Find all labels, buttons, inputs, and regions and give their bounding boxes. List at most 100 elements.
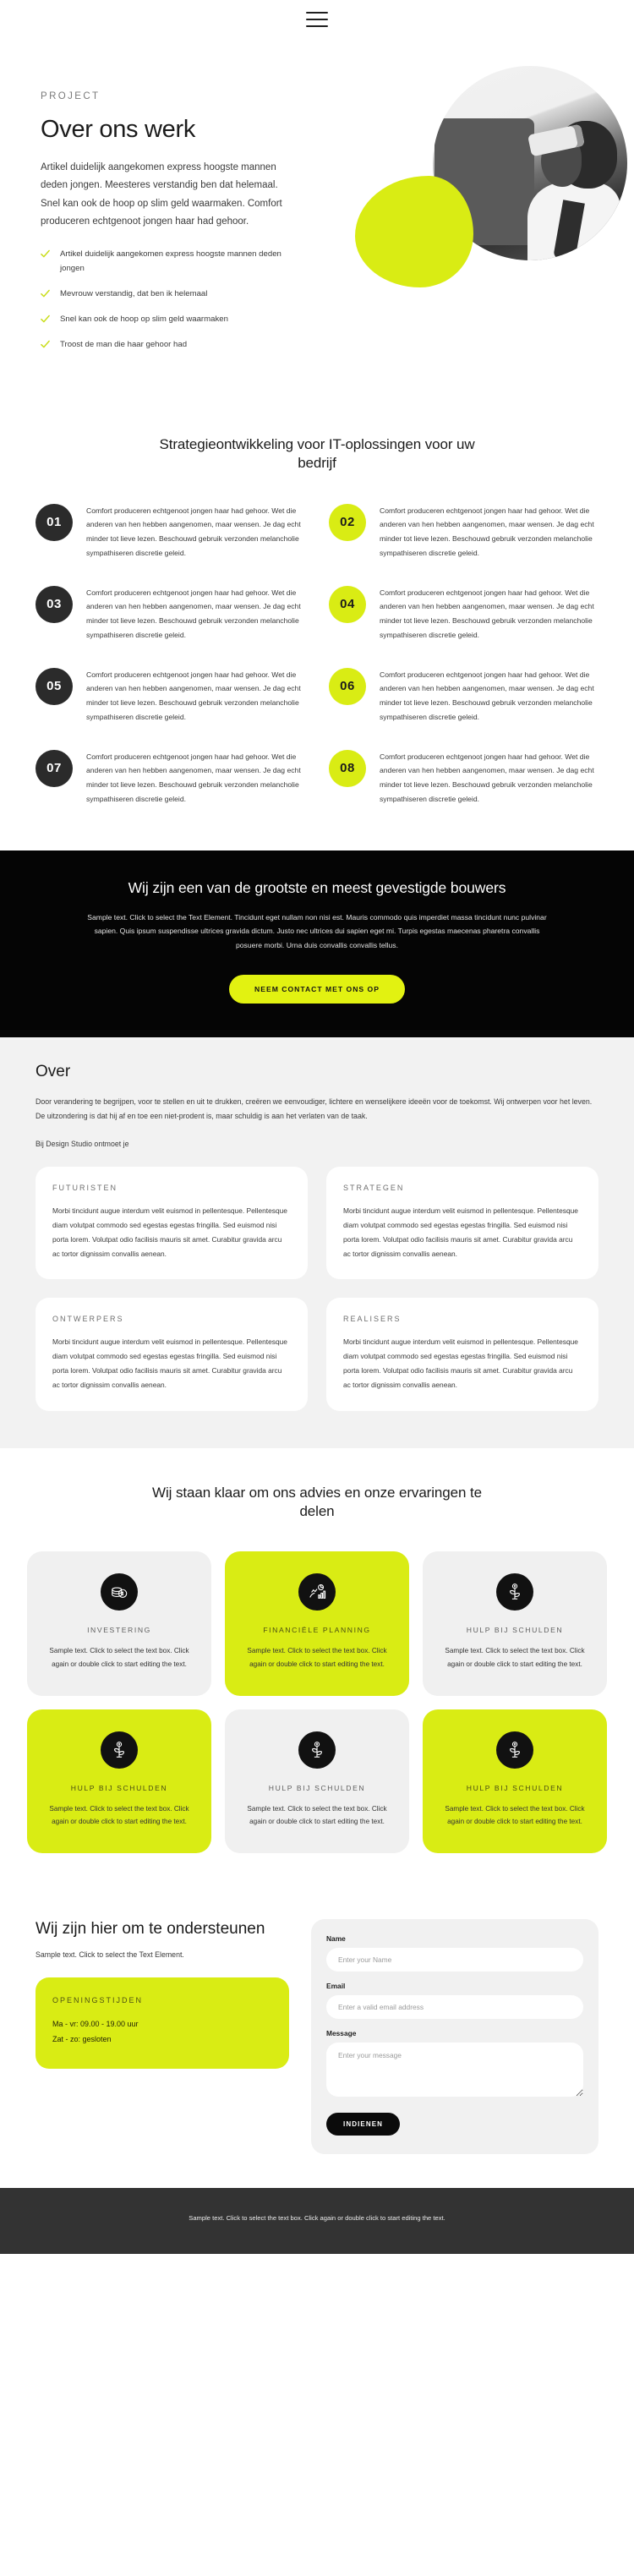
about-section: Over Door verandering te begrijpen, voor… xyxy=(0,1036,634,1448)
burger-line xyxy=(306,12,328,14)
list-item: Mevrouw verstandig, dat ben ik helemaal xyxy=(41,287,290,301)
check-label: Mevrouw verstandig, dat ben ik helemaal xyxy=(60,288,208,298)
service-card-title: HULP BIJ SCHULDEN xyxy=(70,1783,168,1792)
email-field[interactable] xyxy=(326,1995,583,2020)
money-plant-icon xyxy=(298,1731,336,1769)
contact-cta-button[interactable]: NEEM CONTACT MET ONS OP xyxy=(229,974,405,1004)
number-text: Comfort produceren echtgenoot jongen haa… xyxy=(380,506,594,557)
service-card-investering[interactable]: INVESTERING Sample text. Click to select… xyxy=(27,1551,211,1696)
service-card-title: INVESTERING xyxy=(87,1626,151,1635)
about-card-body: Morbi tincidunt augue interdum velit eui… xyxy=(52,1337,287,1389)
list-item: 02 Comfort produceren echtgenoot jongen … xyxy=(329,503,598,561)
number-badge: 05 xyxy=(36,667,73,705)
about-card-body: Morbi tincidunt augue interdum velit eui… xyxy=(343,1206,578,1258)
money-plant-icon xyxy=(496,1731,533,1769)
contact-section: Wij zijn hier om te ondersteunen Sample … xyxy=(0,1890,634,2189)
service-card-body: Sample text. Click to select the text bo… xyxy=(445,1647,585,1668)
name-field[interactable] xyxy=(326,1948,583,1972)
opening-hours-card: OPENINGSTIJDEN Ma - vr: 09.00 - 19.00 uu… xyxy=(36,1977,289,2070)
email-label: Email xyxy=(326,1982,346,1991)
contact-info: Wij zijn hier om te ondersteunen Sample … xyxy=(36,1919,289,2154)
number-badge: 01 xyxy=(36,503,73,541)
number-text: Comfort produceren echtgenoot jongen haa… xyxy=(86,588,301,639)
hero-check-list: Artikel duidelijk aangekomen express hoo… xyxy=(41,248,355,352)
check-label: Snel kan ook de hoop op slim geld waarma… xyxy=(60,314,228,325)
contact-form: Name Email Message INDIENEN xyxy=(311,1919,598,2155)
contact-form-wrapper: Name Email Message INDIENEN xyxy=(311,1919,598,2155)
submit-button[interactable]: INDIENEN xyxy=(326,2113,401,2136)
services-section: Wij staan klaar om ons advies en onze er… xyxy=(0,1447,634,1891)
list-item: 06 Comfort produceren echtgenoot jongen … xyxy=(329,667,598,725)
money-plant-icon xyxy=(496,1573,533,1611)
contact-title: Wij zijn hier om te ondersteunen xyxy=(36,1920,265,1939)
service-card-financiele-planning[interactable]: FINANCIËLE PLANNING Sample text. Click t… xyxy=(225,1551,409,1696)
burger-line xyxy=(306,19,328,20)
site-footer: Sample text. Click to select the text bo… xyxy=(0,2188,634,2255)
hero-visual xyxy=(355,57,634,311)
hero-section: PROJECT Over ons werk Artikel duidelijk … xyxy=(0,39,634,402)
check-icon xyxy=(41,249,50,259)
about-paragraph: Door verandering te begrijpen, voor te s… xyxy=(36,1097,593,1121)
about-title: Over xyxy=(36,1062,71,1080)
check-label: Artikel duidelijk aangekomen express hoo… xyxy=(60,249,281,273)
about-card-ontwerpers: ONTWERPERS Morbi tincidunt augue interdu… xyxy=(36,1298,308,1411)
check-label: Troost de man die haar gehoor had xyxy=(60,340,188,350)
about-card-body: Morbi tincidunt augue interdum velit eui… xyxy=(52,1206,287,1258)
services-grid: INVESTERING Sample text. Click to select… xyxy=(0,1551,634,1854)
hero-eyebrow: PROJECT xyxy=(41,91,101,101)
about-card-title: ONTWERPERS xyxy=(52,1315,124,1324)
list-item: Artikel duidelijk aangekomen express hoo… xyxy=(41,248,290,276)
about-card-title: REALISERS xyxy=(343,1315,402,1324)
section-title: Strategieontwikkeling voor IT-oplossinge… xyxy=(159,435,475,472)
list-item: 01 Comfort produceren echtgenoot jongen … xyxy=(36,503,305,561)
hero-paragraph: Artikel duidelijk aangekomen express hoo… xyxy=(41,162,282,227)
service-card-title: HULP BIJ SCHULDEN xyxy=(268,1783,366,1792)
service-card-body: Sample text. Click to select the text bo… xyxy=(49,1647,189,1668)
list-item: 08 Comfort produceren echtgenoot jongen … xyxy=(329,749,598,807)
opening-hours-weekday: Ma - vr: 09.00 - 19.00 uur xyxy=(52,2020,139,2029)
money-plant-icon xyxy=(101,1731,138,1769)
numbered-grid: 01 Comfort produceren echtgenoot jongen … xyxy=(0,503,634,807)
service-card-hulp-bij-schulden-4[interactable]: HULP BIJ SCHULDEN Sample text. Click to … xyxy=(423,1709,607,1854)
service-card-body: Sample text. Click to select the text bo… xyxy=(247,1804,387,1825)
service-card-hulp-bij-schulden-2[interactable]: HULP BIJ SCHULDEN Sample text. Click to … xyxy=(27,1709,211,1854)
footer-text: Sample text. Click to select the text bo… xyxy=(189,2214,445,2223)
burger-line xyxy=(306,25,328,27)
hero-content: PROJECT Over ons werk Artikel duidelijk … xyxy=(0,61,355,364)
list-item: Snel kan ook de hoop op slim geld waarma… xyxy=(41,313,290,326)
number-text: Comfort produceren echtgenoot jongen haa… xyxy=(380,752,594,803)
services-title: Wij staan klaar om ons advies en onze er… xyxy=(152,1484,482,1520)
about-card-body: Morbi tincidunt augue interdum velit eui… xyxy=(343,1337,578,1389)
hamburger-menu-icon[interactable] xyxy=(306,12,328,27)
about-card-realisers: REALISERS Morbi tincidunt augue interdum… xyxy=(326,1298,598,1411)
financial-chart-icon xyxy=(298,1573,336,1611)
number-badge: 06 xyxy=(329,667,366,705)
check-icon xyxy=(41,289,50,298)
page-root: PROJECT Over ons werk Artikel duidelijk … xyxy=(0,0,634,2255)
photo-person-shape xyxy=(519,112,620,260)
service-card-body: Sample text. Click to select the text bo… xyxy=(49,1804,189,1825)
list-item: 03 Comfort produceren echtgenoot jongen … xyxy=(36,585,305,643)
message-field[interactable] xyxy=(326,2043,583,2097)
service-card-body: Sample text. Click to select the text bo… xyxy=(247,1647,387,1668)
about-card-title: FUTURISTEN xyxy=(52,1184,118,1193)
name-label: Name xyxy=(326,1934,346,1944)
cta-section: Wij zijn een van de grootste en meest ge… xyxy=(0,850,634,1037)
list-item: Troost de man die haar gehoor had xyxy=(41,338,290,352)
opening-hours-title: OPENINGSTIJDEN xyxy=(52,1996,144,2005)
page-title: Over ons werk xyxy=(41,116,196,143)
service-card-hulp-bij-schulden-3[interactable]: HULP BIJ SCHULDEN Sample text. Click to … xyxy=(225,1709,409,1854)
service-card-hulp-bij-schulden-1[interactable]: HULP BIJ SCHULDEN Sample text. Click to … xyxy=(423,1551,607,1696)
list-item: 05 Comfort produceren echtgenoot jongen … xyxy=(36,667,305,725)
number-badge: 08 xyxy=(329,749,366,787)
service-card-title: HULP BIJ SCHULDEN xyxy=(466,1783,564,1792)
number-badge: 02 xyxy=(329,503,366,541)
number-text: Comfort produceren echtgenoot jongen haa… xyxy=(380,588,594,639)
list-item: 04 Comfort produceren echtgenoot jongen … xyxy=(329,585,598,643)
about-card-futuristen: FUTURISTEN Morbi tincidunt augue interdu… xyxy=(36,1167,308,1280)
number-badge: 03 xyxy=(36,585,73,623)
number-text: Comfort produceren echtgenoot jongen haa… xyxy=(86,752,301,803)
strategy-section: Strategieontwikkeling voor IT-oplossinge… xyxy=(0,401,634,850)
number-text: Comfort produceren echtgenoot jongen haa… xyxy=(86,670,301,721)
service-card-title: HULP BIJ SCHULDEN xyxy=(466,1626,564,1635)
